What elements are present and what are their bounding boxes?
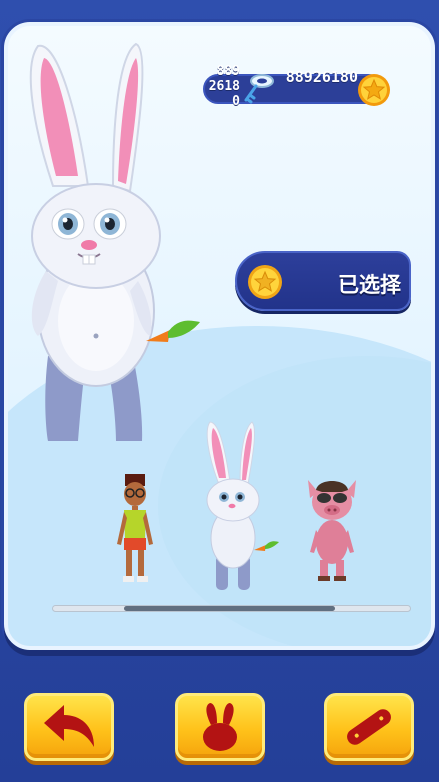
boy-character[interactable] bbox=[112, 472, 158, 586]
bunny-icon bbox=[203, 703, 237, 751]
skateboard-icon bbox=[347, 709, 391, 745]
selected-button[interactable]: 已选择 bbox=[235, 251, 411, 311]
selected-label: 已选择 bbox=[338, 273, 401, 297]
scrollbar-thumb[interactable] bbox=[124, 606, 336, 611]
featured-bunny-character bbox=[29, 42, 200, 441]
pig-character[interactable] bbox=[300, 470, 364, 582]
characters-button[interactable] bbox=[175, 693, 265, 761]
bunny-character[interactable] bbox=[200, 420, 280, 600]
key-icon bbox=[244, 74, 274, 104]
coin-count: 88926180 bbox=[285, 68, 358, 86]
character-scrollbar[interactable] bbox=[52, 605, 411, 612]
coin-icon bbox=[358, 74, 390, 106]
back-button[interactable] bbox=[24, 693, 114, 761]
boards-button[interactable] bbox=[324, 693, 414, 761]
coin-icon bbox=[248, 265, 282, 299]
back-arrow-icon bbox=[44, 705, 94, 747]
